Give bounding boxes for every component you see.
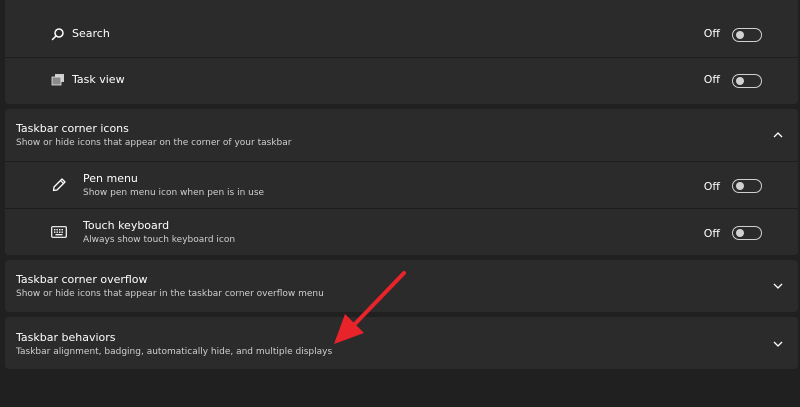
touch-keyboard-label: Touch keyboard <box>83 219 170 232</box>
toggle-knob <box>736 182 744 190</box>
chevron-down-icon[interactable] <box>772 280 784 292</box>
section-title: Taskbar corner overflow <box>16 273 148 286</box>
taskbar-items-panel: Search Off Task view Off <box>5 0 798 104</box>
pen-icon <box>50 176 68 194</box>
pen-menu-state: Off <box>703 180 720 193</box>
chevron-up-icon[interactable] <box>772 129 784 141</box>
section-subtitle: Show or hide icons that appear in the ta… <box>16 289 324 299</box>
pen-menu-description: Show pen menu icon when pen is in use <box>83 188 265 198</box>
task-view-row[interactable]: Task view Off <box>5 58 798 102</box>
touch-keyboard-state: Off <box>703 227 720 240</box>
search-icon <box>49 25 67 43</box>
search-label: Search <box>72 27 110 40</box>
search-toggle[interactable] <box>732 28 762 42</box>
toggle-knob <box>736 229 744 237</box>
section-title: Taskbar corner icons <box>16 122 129 135</box>
search-row[interactable]: Search Off <box>5 12 798 56</box>
toggle-knob <box>736 31 744 39</box>
taskbar-corner-icons-section: Taskbar corner icons Show or hide icons … <box>5 109 798 255</box>
taskbar-corner-icons-header[interactable]: Taskbar corner icons Show or hide icons … <box>5 109 798 161</box>
chevron-down-icon[interactable] <box>772 338 784 350</box>
section-title: Taskbar behaviors <box>16 331 116 344</box>
task-view-label: Task view <box>72 73 125 86</box>
task-view-toggle[interactable] <box>732 74 762 88</box>
taskbar-corner-overflow-section[interactable]: Taskbar corner overflow Show or hide ico… <box>5 260 798 312</box>
keyboard-icon <box>50 223 68 241</box>
task-view-state: Off <box>703 73 720 86</box>
search-state: Off <box>703 27 720 40</box>
touch-keyboard-toggle[interactable] <box>732 226 762 240</box>
touch-keyboard-description: Always show touch keyboard icon <box>83 235 236 245</box>
pen-menu-toggle[interactable] <box>732 179 762 193</box>
pen-menu-row[interactable]: Pen menu Show pen menu icon when pen is … <box>5 162 798 208</box>
taskbar-behaviors-section[interactable]: Taskbar behaviors Taskbar alignment, bad… <box>5 317 798 369</box>
section-subtitle: Show or hide icons that appear on the co… <box>16 138 292 148</box>
touch-keyboard-row[interactable]: Touch keyboard Always show touch keyboar… <box>5 209 798 255</box>
toggle-knob <box>736 77 744 85</box>
task-view-icon <box>49 71 67 89</box>
pen-menu-label: Pen menu <box>83 172 138 185</box>
taskbar-settings-page: Search Off Task view Off Taskbar corner … <box>0 0 800 407</box>
section-subtitle: Taskbar alignment, badging, automaticall… <box>16 347 333 357</box>
